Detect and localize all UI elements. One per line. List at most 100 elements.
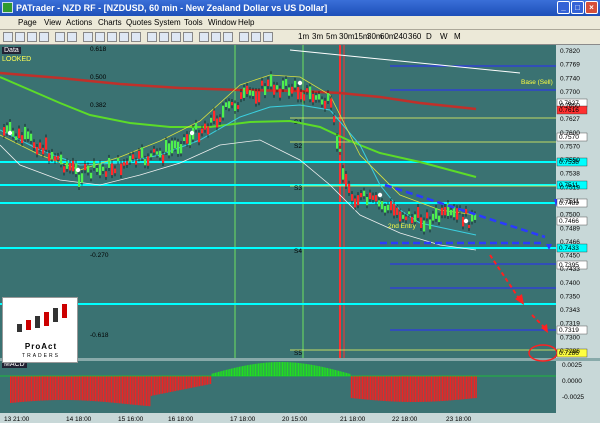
candle-body <box>366 196 369 206</box>
macd-bar <box>99 376 101 402</box>
macd-bar <box>192 376 194 388</box>
macd-bar <box>390 376 392 402</box>
tf-30m-a[interactable]: 30m <box>339 32 355 41</box>
candle-body <box>396 207 399 215</box>
save-icon[interactable] <box>27 32 37 42</box>
candle-body <box>444 207 447 216</box>
scroll-left-icon[interactable] <box>239 32 249 42</box>
menu-bar: Page View Actions Charts Quotes System T… <box>0 16 600 30</box>
macd-bar <box>350 376 352 399</box>
app-icon <box>2 2 13 13</box>
price-axis-label: 0.7820 <box>560 48 580 55</box>
menu-tools[interactable]: Tools <box>184 18 203 27</box>
macd-bar <box>394 376 396 402</box>
candle-body <box>378 200 381 207</box>
macd-bar <box>91 376 93 401</box>
refresh-icon[interactable] <box>183 32 193 42</box>
macd-bar <box>315 365 317 376</box>
print-icon[interactable] <box>39 32 49 42</box>
macd-bar <box>90 376 92 401</box>
indicator-icon[interactable] <box>147 32 157 42</box>
zoom-in-icon[interactable] <box>55 32 65 42</box>
candle-body <box>417 207 420 218</box>
zoom-out-icon[interactable] <box>67 32 77 42</box>
price-chart[interactable]: 0.618 0.500 0.382 -0.270 -0.618 S1 S2 S3… <box>0 45 600 423</box>
tf-240[interactable]: 240 <box>394 32 407 41</box>
autoscroll-icon[interactable] <box>263 32 273 42</box>
menu-charts[interactable]: Charts <box>98 18 122 27</box>
menu-quotes[interactable]: Quotes <box>126 18 152 27</box>
macd-bar <box>82 376 84 401</box>
hline-icon[interactable] <box>107 32 117 42</box>
tf-weekly[interactable]: W <box>440 32 448 41</box>
macd-bar <box>400 376 402 402</box>
trendline-icon[interactable] <box>95 32 105 42</box>
tf-1m[interactable]: 1m <box>298 32 309 41</box>
macd-bar <box>286 362 288 376</box>
price-chart-panel[interactable]: 0.618 0.500 0.382 -0.270 -0.618 S1 S2 S3… <box>0 45 600 423</box>
macd-bar <box>270 362 272 376</box>
candle-body <box>246 85 249 95</box>
macd-bar <box>330 368 332 376</box>
macd-bar <box>112 376 114 403</box>
line-chart-icon[interactable] <box>223 32 233 42</box>
candle-body <box>348 183 351 193</box>
close-button[interactable]: × <box>585 1 598 14</box>
macd-bar <box>54 376 56 401</box>
open-icon[interactable] <box>15 32 25 42</box>
macd-bar <box>242 366 244 376</box>
tf-monthly[interactable]: M <box>454 32 461 41</box>
candle-body <box>69 163 72 171</box>
properties-icon[interactable] <box>171 32 181 42</box>
macd-bar <box>59 376 61 401</box>
macd-bar <box>107 376 109 403</box>
scroll-right-icon[interactable] <box>251 32 261 42</box>
macd-bar <box>51 376 53 401</box>
menu-view[interactable]: View <box>44 18 61 27</box>
candle-body <box>54 156 57 161</box>
macd-bar <box>358 376 360 399</box>
macd-bar <box>77 376 79 401</box>
menu-help[interactable]: Help <box>238 18 254 27</box>
menu-actions[interactable]: Actions <box>66 18 92 27</box>
candle-body <box>288 87 291 96</box>
macd-bar <box>376 376 378 401</box>
template-icon[interactable] <box>159 32 169 42</box>
bar-chart-icon[interactable] <box>199 32 209 42</box>
macd-bar <box>267 362 269 376</box>
crosshair-icon[interactable] <box>83 32 93 42</box>
candle-body <box>60 154 63 165</box>
tf-daily[interactable]: D <box>426 32 432 41</box>
text-icon[interactable] <box>131 32 141 42</box>
macd-bar <box>27 376 29 402</box>
macd-bar <box>114 376 116 403</box>
candle-body <box>429 219 432 230</box>
candle-body <box>381 201 384 210</box>
menu-window[interactable]: Window <box>208 18 236 27</box>
macd-bar <box>80 376 82 401</box>
macd-bar <box>109 376 111 403</box>
tf-360[interactable]: 360 <box>408 32 421 41</box>
macd-bar <box>21 376 23 402</box>
menu-page[interactable]: Page <box>18 18 37 27</box>
window-title: PATrader - NZD RF - [NZDUSD, 60 min - Ne… <box>16 3 328 13</box>
price-axis-label: 0.7286 <box>560 348 580 355</box>
candle-body <box>243 87 246 98</box>
fib-icon[interactable] <box>119 32 129 42</box>
tf-5m[interactable]: 5m <box>326 32 337 41</box>
minimize-button[interactable]: _ <box>557 1 570 14</box>
macd-bar <box>131 376 133 405</box>
candle-body <box>219 117 222 123</box>
new-chart-icon[interactable] <box>3 32 13 42</box>
tf-3m[interactable]: 3m <box>312 32 323 41</box>
candle-body <box>207 126 210 135</box>
candle-body <box>408 211 411 215</box>
candle-chart-icon[interactable] <box>211 32 221 42</box>
candle-body <box>6 125 9 133</box>
price-axis-label: 0.7450 <box>560 253 580 260</box>
candle-body <box>270 74 273 87</box>
macd-bar <box>250 364 252 376</box>
macd-bar <box>438 376 440 402</box>
maximize-button[interactable]: □ <box>571 1 584 14</box>
menu-system[interactable]: System <box>154 18 181 27</box>
